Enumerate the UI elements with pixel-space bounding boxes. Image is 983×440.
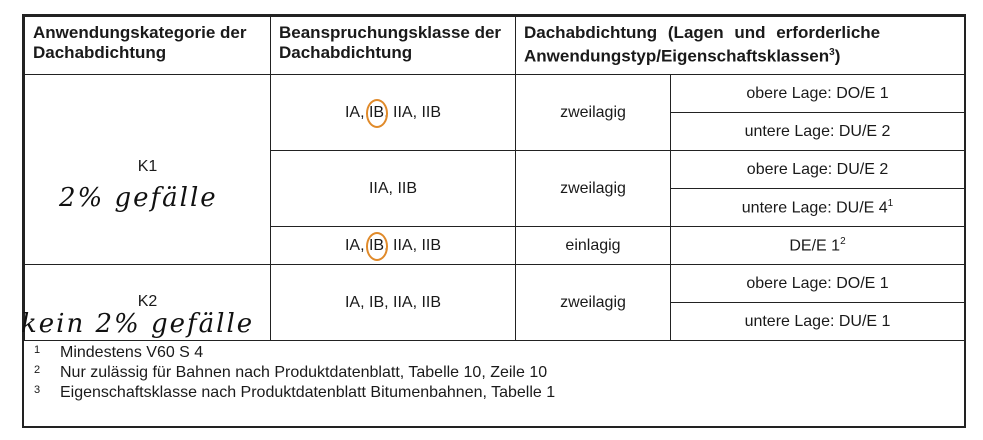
class-cell: IIA, IIB	[270, 150, 516, 227]
header-anwendungskategorie: Anwendungskategorie der Dachabdichtung	[24, 16, 271, 75]
handwritten-note-k1: 2% gefälle	[59, 183, 218, 213]
table-row: K2 kein 2% gefälle IA, IB, IIA, IIB zwei…	[21, 264, 966, 341]
layer-count-cell: zweilagig	[515, 150, 671, 227]
circled-ib-annotation: IB	[365, 231, 389, 261]
header-row: Anwendungskategorie der Dachabdichtung B…	[24, 16, 966, 75]
table-frame: Anwendungskategorie der Dachabdichtung B…	[21, 14, 966, 428]
layer-spec-cell: untere Lage: DU/E 1	[669, 302, 966, 341]
category-k2-cell: K2 kein 2% gefälle	[21, 264, 271, 341]
header-dachabdichtung: Dachabdichtung (Lagen und erforderliche …	[514, 16, 966, 75]
layer-count-cell: einlagig	[515, 226, 671, 265]
roof-sealing-table: Anwendungskategorie der Dachabdichtung B…	[21, 16, 966, 341]
handwritten-note-k2: kein 2% gefälle	[21, 309, 255, 339]
layer-spec-cell: untere Lage: DU/E 2	[669, 112, 966, 151]
circled-ib-annotation: IB	[365, 98, 389, 128]
layer-spec-cell: obere Lage: DO/E 1	[669, 264, 966, 303]
layer-spec-cell: obere Lage: DU/E 2	[669, 150, 966, 189]
layer-spec-cell: untere Lage: DU/E 41	[669, 188, 966, 227]
footnote: 2 Nur zulässig für Bahnen nach Produktdat…	[34, 364, 548, 381]
layer-count-cell: zweilagig	[515, 74, 671, 151]
category-k1-cell: K1 2% gefälle	[24, 74, 271, 265]
class-cell: IA, IB, IIA, IIB	[270, 74, 516, 151]
footnotes: 1 Mindestens V60 S 4 2 Nur zulässig für Ba…	[24, 343, 964, 403]
layer-spec-cell: obere Lage: DO/E 1	[669, 74, 966, 113]
class-cell: IA, IB, IIA, IIB	[270, 264, 516, 341]
header-beanspruchungsklasse: Beanspruchungsklasse der Dachabdichtung	[270, 16, 516, 75]
table-row: K1 2% gefälle IA, IB, IIA, IIB zweilagig…	[24, 74, 966, 265]
class-cell: IA, IB, IIA, IIB	[270, 226, 516, 265]
footnote: 1 Mindestens V60 S 4	[34, 344, 204, 361]
layer-count-cell: zweilagig	[515, 264, 671, 341]
category-k1-label: K1	[137, 158, 158, 175]
layer-spec-cell: DE/E 12	[669, 226, 966, 265]
footnote: 3 Eigenschaftsklasse nach Produktdatenbla…	[34, 384, 556, 401]
